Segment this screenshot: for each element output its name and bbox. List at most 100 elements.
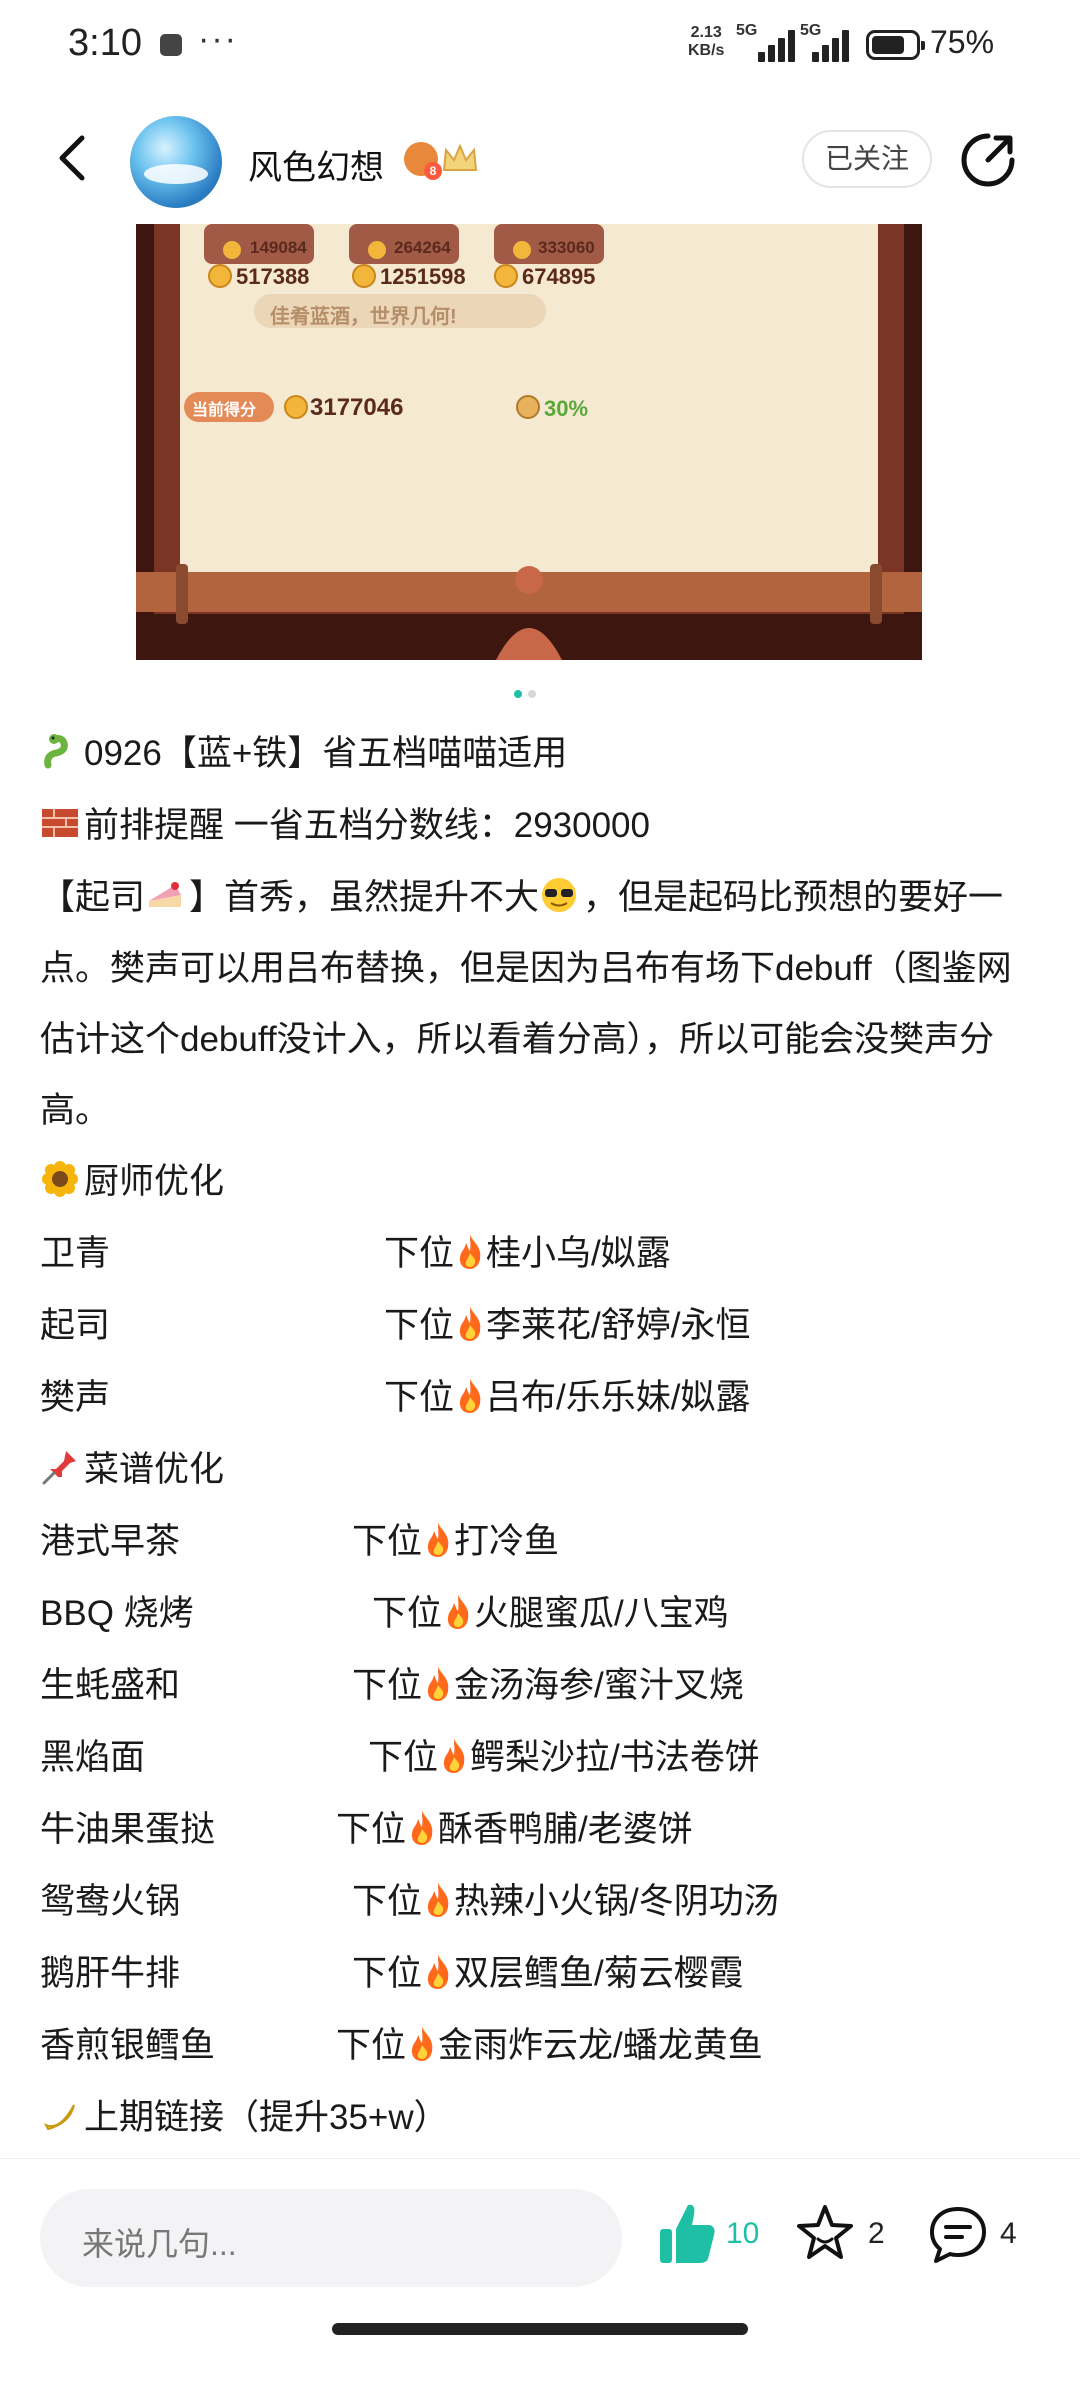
signal-icon-2 [812,30,856,62]
sunglasses-face-icon [542,878,577,912]
recipe-row: 牛油果蛋挞 下位 酥香鸭脯/老婆饼 [40,1794,1040,1866]
post-reminder: 前排提醒 一省五档分数线：2930000 [40,790,1040,862]
recipe-row-name: 香煎银鳕鱼 [40,2026,216,2065]
pager-dot[interactable] [514,690,522,698]
share-icon[interactable] [958,130,1018,190]
game-banner-text: 佳肴蓝酒，世界几何! [270,306,457,328]
last-link[interactable]: 上期链接（提升35+w） [40,2082,1040,2154]
dish-score-3: 674895 [522,264,596,289]
notification-app-icon [160,34,182,56]
recipe-row-name: 黑焰面 [40,1738,146,1777]
post-header: 风色幻想 8 已关注 [0,96,1080,224]
dish-score-2: 1251598 [380,264,466,289]
brick-icon [42,809,78,837]
fire-icon [411,1811,433,1845]
recipe-row-name: 港式早茶 [40,1522,181,1561]
fire-icon [427,1955,449,1989]
fire-icon [459,1307,481,1341]
battery-icon [866,30,925,60]
post-image[interactable]: 149084 264264 333060 517388 1251598 6748… [136,224,922,660]
pager-dot[interactable] [528,690,536,698]
recipe-row: 鹅肝牛排 下位 双层鳕鱼/菊云樱霞 [40,1938,1040,2010]
chef-row-alternatives: 下位 桂小乌/姒露 [384,1234,671,1273]
status-bar: 3:10 ··· 2.13 KB/s 5G 5G 75% [0,0,1080,96]
chef-row: 樊声 下位 吕布/乐乐妹/姒露 [40,1362,1040,1434]
home-indicator[interactable] [332,2323,748,2335]
chef-row-name: 樊声 [40,1378,111,1417]
dish-count-2: 264264 [394,238,451,257]
comment-input[interactable]: 来说几句... [40,2189,622,2287]
recipe-row-alternatives: 下位 金汤海参/蜜汁叉烧 [352,1666,744,1705]
chat-bubble-icon[interactable] [926,2199,990,2269]
recipe-row-name: 生蚝盛和 [40,1666,181,1705]
recipe-row-alternatives: 下位 火腿蜜瓜/八宝鸡 [372,1594,729,1633]
fire-icon [459,1235,481,1269]
chef-row: 起司 下位 李莱花/舒婷/永恒 [40,1290,1040,1362]
level-badge-icon: 8 [404,142,442,180]
cake-icon [149,882,182,907]
chef-row-name: 卫青 [40,1234,111,1273]
recipe-row: 生蚝盛和 下位 金汤海参/蜜汁叉烧 [40,1650,1040,1722]
recipe-list: 港式早茶 下位 打冷鱼 BBQ 烧烤 下位 火腿蜜瓜/八宝鸡生蚝盛和 下位 金汤海参/蜜汁叉烧… [40,1506,1040,2082]
chef-section-heading: 厨师优化 [40,1146,1040,1218]
fire-icon [427,1883,449,1917]
post-body: 0926【蓝+铁】省五档喵喵适用 前排提醒 一省五档分数线：2930000 【起… [40,718,1040,2154]
recipe-row-alternatives: 下位 双层鳕鱼/菊云樱霞 [352,1954,744,1993]
chef-row-name: 起司 [40,1306,111,1345]
fire-icon [443,1739,465,1773]
star-icon[interactable] [794,2199,856,2269]
recipe-row: 港式早茶 下位 打冷鱼 [40,1506,1040,1578]
fire-icon [427,1667,449,1701]
bonus-percent: 30% [544,396,589,421]
thumbs-up-icon[interactable] [656,2199,718,2269]
fire-icon [411,2027,433,2061]
favorite-count: 2 [868,2217,885,2250]
chef-row-alternatives: 下位 吕布/乐乐妹/姒露 [384,1378,751,1417]
recipe-row-alternatives: 下位 酥香鸭脯/老婆饼 [336,1810,693,1849]
author-avatar[interactable] [130,116,222,208]
recipe-row: BBQ 烧烤 下位 火腿蜜瓜/八宝鸡 [40,1578,1040,1650]
recipe-row: 香煎银鳕鱼 下位 金雨炸云龙/蟠龙黄鱼 [40,2010,1040,2082]
more-notifications-icon: ··· [198,20,238,58]
snake-icon [44,734,68,769]
sunflower-icon [42,1161,78,1197]
dish-score-1: 517388 [236,264,310,289]
chef-row-alternatives: 下位 李莱花/舒婷/永恒 [384,1306,751,1345]
fire-icon [459,1379,481,1413]
recipe-row-name: 鹅肝牛排 [40,1954,181,1993]
current-score-value: 3177046 [310,394,404,421]
dish-count-1: 149084 [250,238,307,257]
crown-badge-icon [442,143,478,171]
recipe-row: 鸳鸯火锅 下位 热辣小火锅/冬阴功汤 [40,1866,1040,1938]
fire-icon [447,1595,469,1629]
post-title: 0926【蓝+铁】省五档喵喵适用 [40,718,1040,790]
author-name[interactable]: 风色幻想 [248,140,384,189]
bottom-action-bar: 来说几句... 10 2 4 [0,2158,1080,2401]
recipe-section-heading: 菜谱优化 [40,1434,1040,1506]
recipe-row-alternatives: 下位 打冷鱼 [352,1522,560,1561]
recipe-row-name: BBQ 烧烤 [40,1594,194,1633]
post-paragraph: 【起司 】首秀，虽然提升不大 ，但是起码比预想的要好一点。樊声可以用吕布替换，但… [40,862,1040,1146]
status-time: 3:10 [68,22,142,64]
network-speed: 2.13 KB/s [688,24,725,59]
pushpin-icon [42,1451,76,1485]
dish-count-3: 333060 [538,238,595,257]
back-icon[interactable] [46,130,102,186]
recipe-row: 黑焰面 下位 鳄梨沙拉/书法卷饼 [40,1722,1040,1794]
battery-percent: 75% [930,24,995,60]
fire-icon [427,1523,449,1557]
recipe-row-name: 鸳鸯火锅 [40,1882,181,1921]
follow-button[interactable]: 已关注 [802,130,932,188]
banana-icon [43,2104,75,2131]
network-type-1: 5G [736,22,758,39]
recipe-row-alternatives: 下位 金雨炸云龙/蟠龙黄鱼 [336,2026,763,2065]
recipe-row-name: 牛油果蛋挞 [40,1810,216,1849]
recipe-row-alternatives: 下位 热辣小火锅/冬阴功汤 [352,1882,779,1921]
chef-list: 卫青 下位 桂小乌/姒露起司 下位 李莱花/舒婷/永恒樊声 下位 吕布/乐乐妹/姒露 [40,1218,1040,1434]
comment-count: 4 [1000,2217,1017,2250]
current-score-label: 当前得分 [192,402,257,419]
signal-icon [758,30,802,62]
chef-row: 卫青 下位 桂小乌/姒露 [40,1218,1040,1290]
recipe-row-alternatives: 下位 鳄梨沙拉/书法卷饼 [368,1738,760,1777]
like-count: 10 [726,2217,760,2250]
